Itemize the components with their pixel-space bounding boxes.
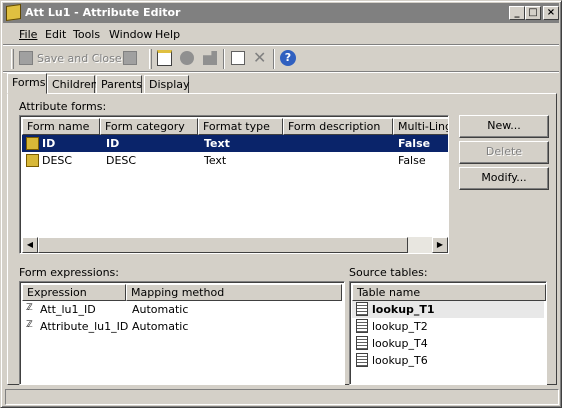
col-expression[interactable]: Expression [22, 284, 126, 301]
tab-forms[interactable]: Forms [7, 73, 47, 94]
minimize-button[interactable]: _ [509, 6, 525, 20]
menu-tools[interactable]: Tools [73, 28, 100, 41]
cell-format-type: Text [204, 137, 230, 150]
cell-mapping: Automatic [132, 320, 189, 333]
list-item[interactable]: lookup_T6 [352, 352, 544, 369]
cell-form-name: ID [42, 137, 56, 150]
cell-form-category: ID [106, 137, 120, 150]
edit-icon [123, 51, 137, 65]
status-bar [5, 389, 559, 405]
cell-format-type: Text [204, 154, 227, 167]
cube-icon [26, 137, 39, 150]
menu-help[interactable]: Help [155, 28, 180, 41]
save-close-icon [19, 51, 33, 65]
cell-table-name: lookup_T1 [372, 303, 435, 316]
puzzle-icon[interactable] [203, 51, 217, 65]
window-title: Att Lu1 - Attribute Editor [25, 6, 181, 19]
table-row[interactable]: ID ID Text False [22, 135, 448, 152]
toolbar-separator-2 [273, 49, 275, 69]
cell-table-name: lookup_T2 [372, 320, 428, 333]
menu-window[interactable]: Window [109, 28, 152, 41]
modify-button[interactable]: Modify... [459, 167, 549, 190]
app-cube-icon [6, 3, 21, 22]
toolbar-grip-2 [149, 49, 152, 69]
tab-parents[interactable]: Parents [96, 75, 142, 94]
cube-icon [26, 154, 39, 167]
delete-x-icon[interactable]: ✕ [253, 49, 271, 67]
list-item[interactable]: ℤ Att_lu1_ID Automatic [22, 301, 342, 318]
scroll-left-arrow[interactable]: ◀ [22, 237, 38, 253]
gear-icon[interactable] [180, 51, 194, 65]
horizontal-scrollbar[interactable]: ◀ ▶ [22, 237, 448, 253]
expression-icon: ℤ [26, 320, 33, 330]
toolbar-bottom-separator [3, 71, 559, 73]
col-format-type[interactable]: Format type [198, 118, 283, 135]
table-icon [356, 302, 368, 316]
form-expressions-label: Form expressions: [19, 266, 119, 279]
toolbar-grip [11, 49, 14, 69]
toolbar: Save and Close ✕ ? [3, 46, 559, 72]
new-button[interactable]: New... [459, 115, 549, 138]
toolbar-separator [223, 49, 225, 69]
source-tables-label: Source tables: [349, 266, 428, 279]
attribute-editor-window: Att Lu1 - Attribute Editor _ □ × File Ed… [0, 0, 562, 408]
properties-icon[interactable] [157, 50, 172, 66]
col-form-name[interactable]: Form name [22, 118, 100, 135]
list-item[interactable]: lookup_T2 [352, 318, 544, 335]
list-item[interactable]: lookup_T4 [352, 335, 544, 352]
expression-icon: ℤ [26, 303, 33, 313]
source-tables-list[interactable]: Table name lookup_T1 lookup_T2 lookup_T4… [349, 281, 547, 385]
scroll-thumb[interactable] [38, 237, 408, 253]
table-check-icon[interactable] [231, 51, 245, 65]
table-icon [356, 336, 368, 350]
close-button[interactable]: × [543, 6, 559, 20]
cell-expression: Attribute_lu1_ID [40, 320, 129, 333]
cell-form-category: DESC [106, 154, 137, 167]
cell-multi-lingual: False [398, 154, 426, 167]
table-icon [356, 353, 368, 367]
col-form-description[interactable]: Form description [283, 118, 393, 135]
attribute-forms-list[interactable]: Form name Form category Format type Form… [19, 115, 449, 254]
col-mapping-method[interactable]: Mapping method [126, 284, 342, 301]
maximize-button[interactable]: □ [525, 6, 541, 20]
menu-file[interactable]: File [19, 28, 37, 41]
cell-mapping: Automatic [132, 303, 189, 316]
col-form-category[interactable]: Form category [100, 118, 198, 135]
cell-table-name: lookup_T4 [372, 337, 428, 350]
save-close-button[interactable]: Save and Close [37, 52, 122, 65]
help-icon[interactable]: ? [280, 50, 296, 66]
col-table-name[interactable]: Table name [352, 284, 546, 301]
title-bar[interactable]: Att Lu1 - Attribute Editor _ □ × [3, 3, 559, 23]
table-row[interactable]: DESC DESC Text False [22, 152, 448, 169]
cell-form-name: DESC [42, 154, 73, 167]
menu-bar: File Edit Tools Window Help [3, 24, 559, 44]
col-multi-lingual[interactable]: Multi-Lingu [393, 118, 448, 135]
table-icon [356, 319, 368, 333]
form-expressions-list[interactable]: Expression Mapping method ℤ Att_lu1_ID A… [19, 281, 345, 385]
attribute-forms-label: Attribute forms: [19, 100, 107, 113]
delete-button[interactable]: Delete [459, 141, 549, 164]
list-item[interactable]: lookup_T1 [352, 301, 544, 318]
tab-children[interactable]: Children [47, 75, 98, 94]
list-item[interactable]: ℤ Attribute_lu1_ID Automatic [22, 318, 342, 335]
tab-display[interactable]: Display [144, 75, 190, 94]
cell-expression: Att_lu1_ID [40, 303, 96, 316]
cell-multi-lingual: False [398, 137, 431, 150]
scroll-right-arrow[interactable]: ▶ [432, 237, 448, 253]
cell-table-name: lookup_T6 [372, 354, 428, 367]
menu-edit[interactable]: Edit [45, 28, 66, 41]
